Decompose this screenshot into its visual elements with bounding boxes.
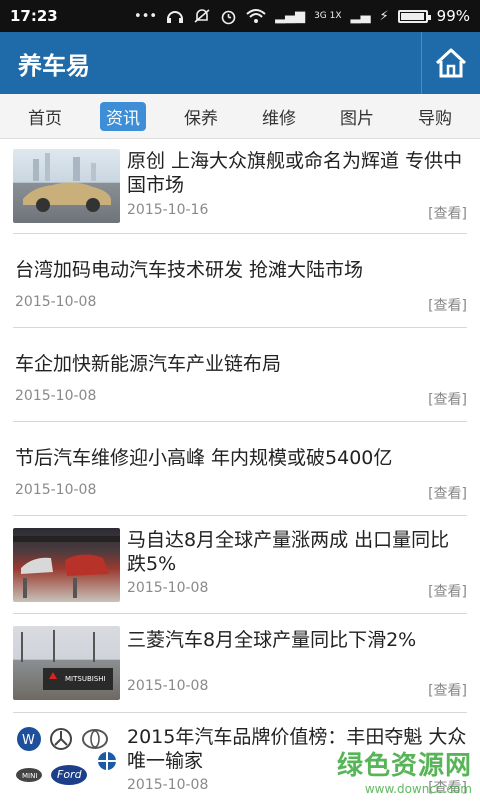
home-icon [435,48,467,78]
signal-icon: ▂▄▆ [275,8,306,24]
news-title: 台湾加码电动汽车技术研发 抢滩大陆市场 [15,259,364,281]
news-date: 2015-10-08 [15,482,97,498]
news-title: 车企加快新能源汽车产业链布局 [15,353,282,375]
app-title: 养车易 [18,51,90,80]
watermark: 绿色资源网 www.downcc.com [337,745,472,796]
tab-repair[interactable]: 维修 [256,102,302,131]
ford-logo-text: Ford [57,768,82,781]
svg-text:MINI: MINI [22,772,37,780]
tab-pictures[interactable]: 图片 [334,102,380,131]
news-item[interactable]: 台湾加码电动汽车技术研发 抢滩大陆市场 2015-10-08 [查看] [13,234,467,328]
mitsubishi-image: MITSUBISHI [13,626,120,700]
svg-text:W: W [22,733,35,748]
watermark-url: www.downcc.com [364,782,472,796]
news-item[interactable]: 节后汽车维修迎小高峰 年内规模或破5400亿 2015-10-08 [查看] [13,422,467,516]
news-title: 马自达8月全球产量涨两成 出口量同比跌5% [127,529,450,575]
view-link[interactable]: [查看] [428,581,467,601]
car-image [13,149,120,223]
view-link[interactable]: [查看] [428,295,467,315]
news-item[interactable]: 原创 上海大众旗舰或命名为辉道 专供中国市场 2015-10-16 [查看] [13,139,467,234]
factory-image [13,528,120,602]
app-bar: 养车易 [0,32,480,94]
status-bar: 17:23 ••• ▂▄▆ 3G 1X ▂▄ ⚡ 99% [0,0,480,32]
news-title: 原创 上海大众旗舰或命名为辉道 专供中国市场 [127,150,463,196]
view-link[interactable]: [查看] [428,203,467,223]
news-date: 2015-10-08 [15,294,97,310]
charging-icon: ⚡ [379,8,389,24]
news-item[interactable]: MITSUBISHI 三菱汽车8月全球产量同比下滑2% 2015-10-08 [… [13,614,467,713]
status-icons: ••• ▂▄▆ 3G 1X ▂▄ ⚡ 99% [134,7,470,25]
view-link[interactable]: [查看] [428,389,467,409]
mitsubishi-sign-text: MITSUBISHI [65,675,106,683]
news-date: 2015-10-08 [127,580,209,596]
tab-maintenance[interactable]: 保养 [178,102,224,131]
view-link[interactable]: [查看] [428,483,467,503]
news-date: 2015-10-08 [15,388,97,404]
network-type: 3G 1X [314,10,342,21]
alarm-icon [221,10,236,24]
battery-icon [397,9,431,23]
news-item[interactable]: 车企加快新能源汽车产业链布局 2015-10-08 [查看] [13,328,467,422]
view-link[interactable]: [查看] [428,680,467,700]
news-item[interactable]: 马自达8月全球产量涨两成 出口量同比跌5% 2015-10-08 [查看] [13,516,467,614]
tab-news[interactable]: 资讯 [100,101,146,131]
clock: 17:23 [10,7,58,25]
watermark-title: 绿色资源网 [336,751,472,781]
tab-home[interactable]: 首页 [22,102,68,131]
category-tabs: 首页 资讯 保养 维修 图片 导购 [0,94,480,139]
news-date: 2015-10-08 [127,678,209,694]
news-list: 原创 上海大众旗舰或命名为辉道 专供中国市场 2015-10-16 [查看] 台… [0,139,480,803]
battery-fill [400,12,425,20]
more-icon: ••• [134,8,158,24]
signal-icon-2: ▂▄ [350,8,371,24]
brand-logos-image: W MINI Ford [13,723,120,797]
tab-buying-guide[interactable]: 导购 [412,102,458,131]
news-date: 2015-10-16 [127,202,209,218]
silent-icon [194,9,210,23]
news-date: 2015-10-08 [127,777,209,793]
news-title: 节后汽车维修迎小高峰 年内规模或破5400亿 [15,447,393,469]
home-button[interactable] [421,32,480,94]
wifi-icon [246,9,266,23]
battery-percent: 99% [436,7,470,25]
news-title: 三菱汽车8月全球产量同比下滑2% [127,629,417,651]
headset-icon [167,11,184,23]
